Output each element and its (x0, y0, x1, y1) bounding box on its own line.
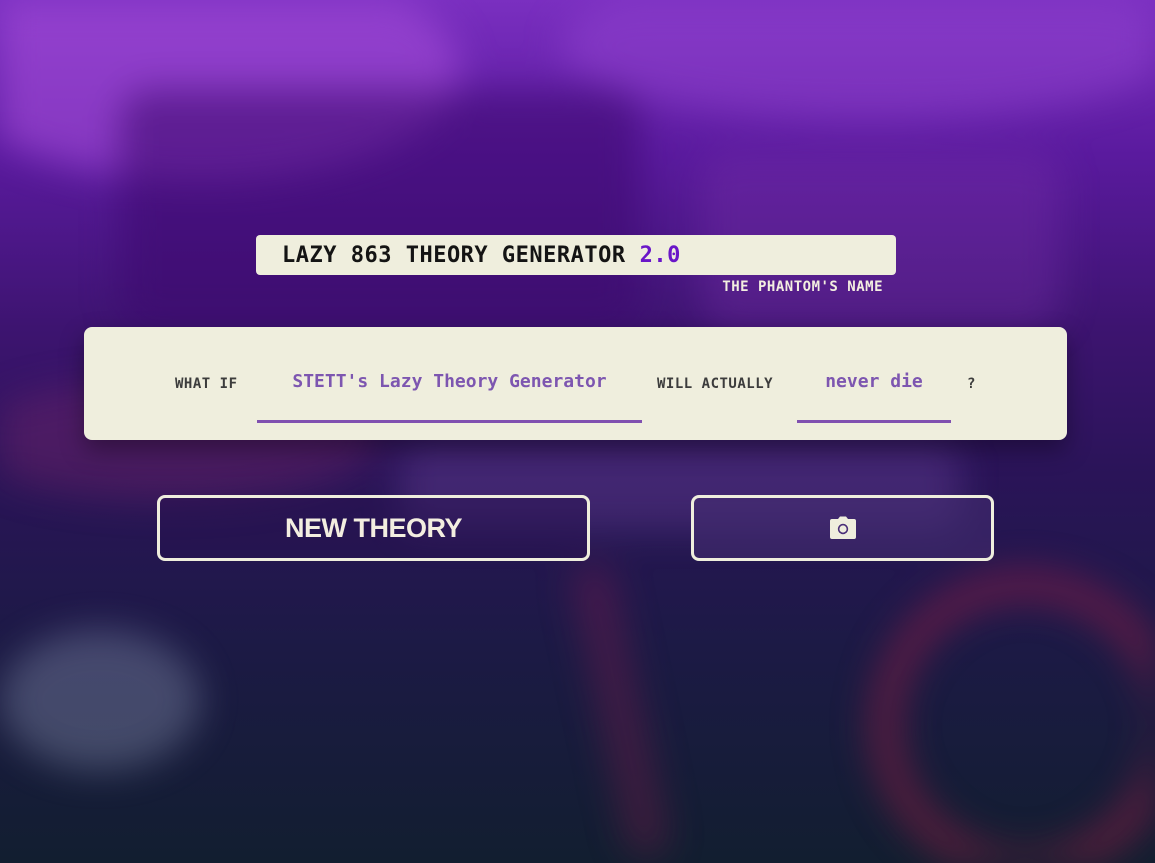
screenshot-button[interactable] (691, 495, 994, 561)
new-theory-button[interactable]: NEW THEORY (157, 495, 590, 561)
new-theory-label: NEW THEORY (285, 512, 463, 543)
camera-icon (829, 516, 857, 540)
app-version: 2.0 (639, 242, 681, 268)
will-actually-label: WILL ACTUALLY (657, 376, 774, 392)
question-mark: ? (967, 376, 976, 392)
theory-subject-field[interactable]: STETT's Lazy Theory Generator (257, 355, 642, 423)
what-if-label: WHAT IF (175, 376, 238, 392)
theory-card: WHAT IF STETT's Lazy Theory Generator WI… (84, 327, 1067, 440)
app-title: LAZY 863 THEORY GENERATOR 2.0 (256, 235, 896, 275)
app-subtitle: THE PHANTOM'S NAME (722, 279, 883, 295)
app-title-text: LAZY 863 THEORY GENERATOR (282, 242, 626, 268)
theory-fate-field[interactable]: never die (797, 355, 951, 423)
